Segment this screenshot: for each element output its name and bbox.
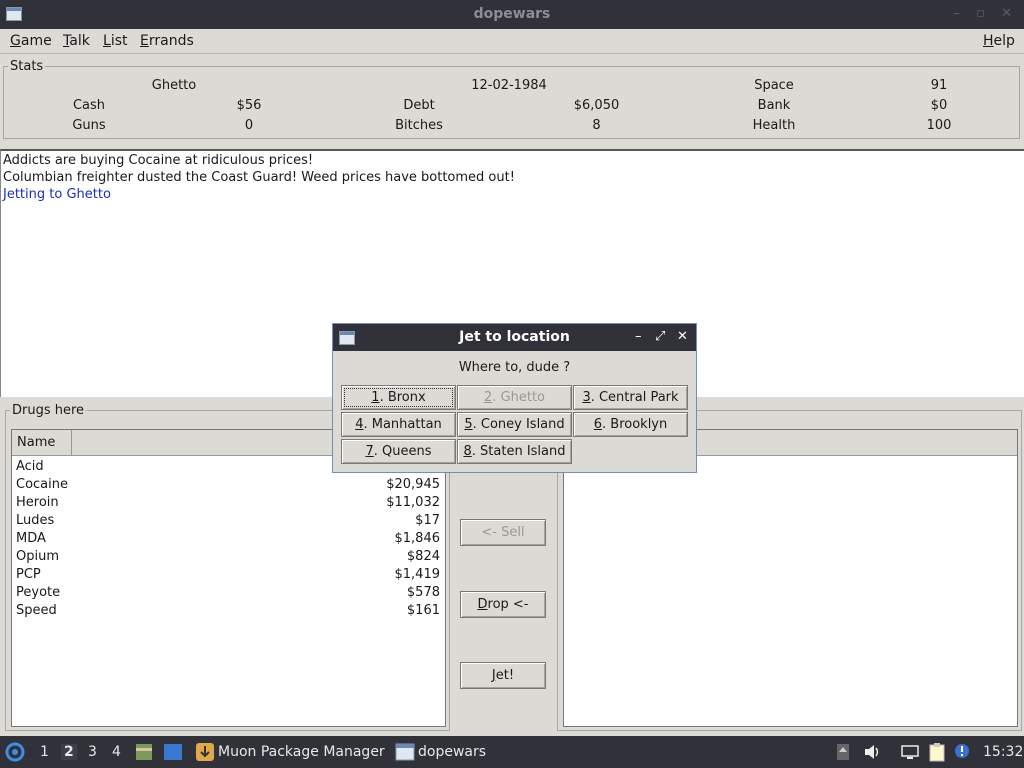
list-item[interactable]: Cocaine $20,945: [16, 477, 440, 495]
sell-button[interactable]: <- Sell: [460, 519, 546, 546]
column-header-name[interactable]: Name: [12, 430, 72, 456]
menu-help[interactable]: Help: [983, 33, 1015, 49]
maximize-icon[interactable]: ⤢: [655, 329, 665, 344]
menubar: Game Talk List Errands Help: [0, 29, 1024, 54]
stat-bank-value: $0: [930, 98, 948, 113]
taskbar-app-muon[interactable]: Muon Package Manager: [218, 744, 385, 760]
tray-arrow-icon[interactable]: [836, 743, 850, 761]
taskbar: 1 2 3 4 Muon Package Manager dopewars 15…: [0, 736, 1024, 768]
message-line: Addicts are buying Cocaine at ridiculous…: [3, 153, 314, 168]
list-item[interactable]: Peyote $578: [16, 585, 440, 603]
menu-game[interactable]: Game: [10, 33, 52, 49]
volume-icon[interactable]: [863, 743, 881, 761]
list-item[interactable]: PCP $1,419: [16, 567, 440, 585]
show-desktop-icon[interactable]: [163, 743, 183, 761]
location-button-staten-island[interactable]: 8. Staten Island: [457, 439, 572, 464]
list-item[interactable]: Ludes $17: [16, 513, 440, 531]
jet-dialog: Jet to location – ⤢ ✕ Where to, dude ? 1…: [332, 323, 697, 473]
stats-legend: Stats: [8, 59, 46, 74]
location-button-coney-island[interactable]: 5. Coney Island: [457, 412, 572, 437]
location-button-central-park[interactable]: 3. Central Park: [573, 385, 688, 410]
drugs-list[interactable]: Name Acid Cocaine $20,945 Heroin $11,032 L…: [11, 429, 446, 727]
stat-space-label: Space: [754, 78, 794, 93]
menu-errands[interactable]: Errands: [140, 33, 194, 49]
location-button-bronx[interactable]: 1. Bronx: [341, 385, 456, 410]
location-button-manhattan[interactable]: 4. Manhattan: [341, 412, 456, 437]
stat-debt-value: $6,050: [573, 98, 620, 113]
location-button-queens[interactable]: 7. Queens: [341, 439, 456, 464]
network-icon[interactable]: [900, 743, 920, 761]
clock: 15:32: [983, 744, 1024, 760]
list-item[interactable]: Speed $161: [16, 603, 440, 621]
menu-list[interactable]: List: [103, 33, 128, 49]
stat-health-value: 100: [926, 118, 952, 133]
clipboard-icon[interactable]: [927, 742, 947, 762]
desktop-3[interactable]: 3: [88, 744, 97, 760]
carried-drugs-list[interactable]: [563, 429, 1018, 727]
start-menu-icon[interactable]: [5, 742, 25, 762]
dialog-prompt: Where to, dude ?: [458, 360, 571, 375]
stat-space-value: 91: [930, 78, 948, 93]
stats-frame: Stats Ghetto 12-02-1984 Space 91 Cash $5…: [3, 59, 1020, 139]
stat-health-label: Health: [752, 118, 796, 133]
stat-cash-label: Cash: [72, 98, 106, 113]
window-controls[interactable]: – ▫ ✕: [954, 6, 1018, 21]
list-item[interactable]: Opium $824: [16, 549, 440, 567]
window-title: dopewars: [473, 6, 551, 22]
updates-icon[interactable]: [952, 742, 972, 762]
stat-guns-label: Guns: [72, 118, 106, 133]
stat-bank-label: Bank: [757, 98, 791, 113]
stat-guns-value: 0: [244, 118, 254, 133]
jet-button[interactable]: Jet!: [460, 662, 546, 689]
location-button-ghetto: 2. Ghetto: [457, 385, 572, 410]
dialog-title: Jet to location: [459, 329, 570, 345]
stat-location: Ghetto: [151, 78, 197, 93]
close-icon[interactable]: ✕: [677, 329, 688, 344]
message-line-status: Jetting to Ghetto: [3, 187, 111, 202]
file-manager-icon[interactable]: [135, 742, 153, 762]
drugs-here-legend: Drugs here: [10, 403, 87, 418]
window-titlebar[interactable]: dopewars – ▫ ✕: [0, 0, 1024, 29]
menu-talk[interactable]: Talk: [63, 33, 90, 49]
location-button-brooklyn[interactable]: 6. Brooklyn: [573, 412, 688, 437]
taskbar-app-dopewars[interactable]: dopewars: [418, 744, 486, 760]
desktop-2[interactable]: 2: [61, 744, 77, 760]
dopewars-window-icon: [395, 743, 415, 761]
desktop-1[interactable]: 1: [40, 744, 49, 760]
message-line: Columbian freighter dusted the Coast Gua…: [3, 170, 515, 185]
desktop-4[interactable]: 4: [112, 744, 121, 760]
stat-bitches-label: Bitches: [395, 118, 443, 133]
drop-button[interactable]: Drop <-: [460, 591, 546, 618]
dialog-titlebar[interactable]: Jet to location – ⤢ ✕: [333, 324, 696, 351]
minimize-icon[interactable]: –: [635, 329, 642, 344]
list-item[interactable]: MDA $1,846: [16, 531, 440, 549]
package-manager-icon: [196, 743, 214, 761]
stat-cash-value: $56: [236, 98, 262, 113]
stat-debt-label: Debt: [403, 98, 435, 113]
list-item[interactable]: Heroin $11,032: [16, 495, 440, 513]
stat-date: 12-02-1984: [471, 78, 547, 93]
stat-bitches-value: 8: [592, 118, 601, 133]
